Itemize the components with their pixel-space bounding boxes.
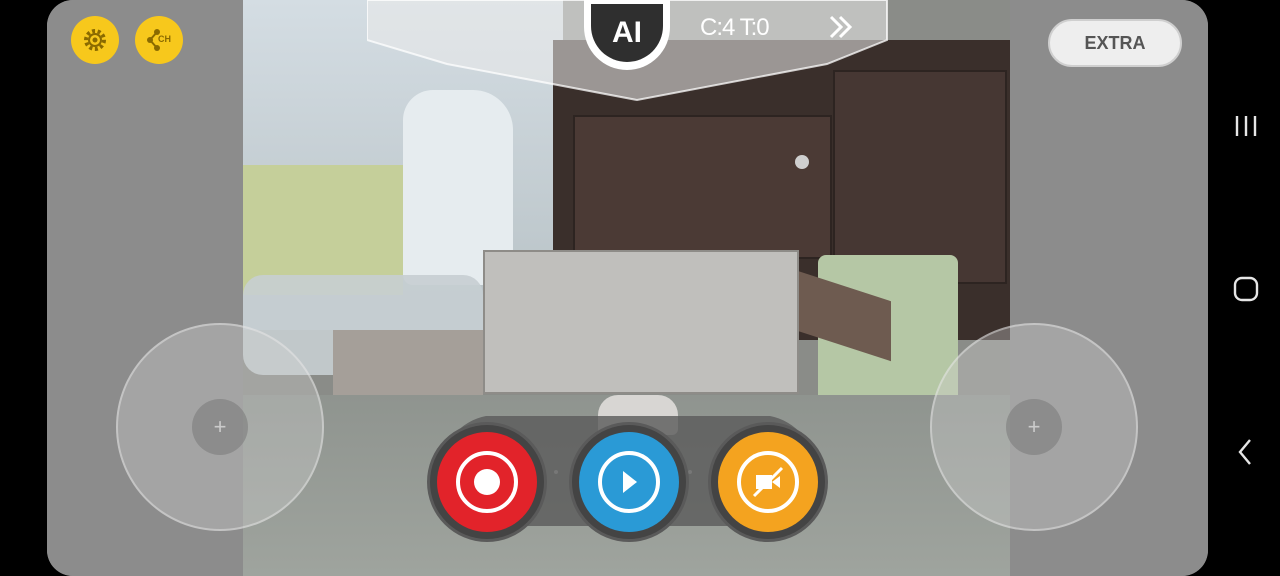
extra-button[interactable]: EXTRA	[1048, 19, 1182, 67]
double-chevron-right-icon[interactable]	[826, 12, 856, 42]
video-off-icon	[737, 451, 799, 513]
ai-label: AI	[591, 4, 663, 62]
record-icon	[456, 451, 518, 513]
feed-cabinet-door	[573, 115, 832, 259]
right-joystick-knob[interactable]: +	[1006, 399, 1062, 455]
channel-button[interactable]: CH	[135, 16, 183, 64]
play-button[interactable]	[572, 425, 686, 539]
channel-label: CH	[158, 34, 171, 44]
left-joystick[interactable]: +	[116, 323, 324, 531]
video-off-button[interactable]	[711, 425, 825, 539]
right-joystick[interactable]: +	[930, 323, 1138, 531]
gear-icon	[84, 29, 106, 51]
counter-readout: C:4 T:0	[700, 14, 770, 41]
play-icon	[598, 451, 660, 513]
feed-cardboard-box	[483, 250, 799, 394]
record-button[interactable]	[430, 425, 544, 539]
home-nav-icon[interactable]	[1228, 271, 1264, 307]
settings-button[interactable]	[71, 16, 119, 64]
left-joystick-knob[interactable]: +	[192, 399, 248, 455]
back-nav-icon[interactable]	[1228, 434, 1264, 470]
feed-cabinet-knob	[795, 155, 809, 169]
recents-nav-icon[interactable]	[1228, 108, 1264, 144]
feed-cabinet-door-right	[833, 70, 1007, 284]
